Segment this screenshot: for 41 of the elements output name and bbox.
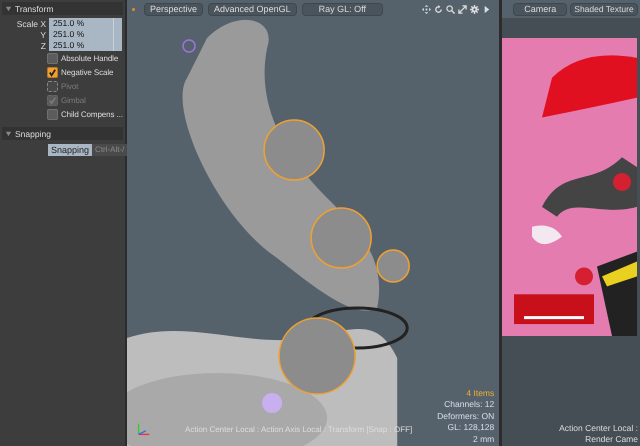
maximize-icon[interactable] bbox=[458, 4, 468, 14]
checkbox-label: Pivot bbox=[61, 82, 78, 90]
checkbox[interactable] bbox=[47, 66, 58, 78]
checkbox-label: Gimbal bbox=[61, 96, 86, 104]
field-label: Y bbox=[39, 30, 47, 40]
scale-field[interactable]: 251.0 % bbox=[49, 40, 105, 51]
scale-field[interactable]: 251.0 % bbox=[49, 29, 105, 40]
viewport-button[interactable]: Advanced OpenGL bbox=[208, 2, 297, 16]
collapse-icon[interactable] bbox=[5, 130, 12, 137]
search-icon[interactable] bbox=[446, 4, 456, 14]
status-line: Action Center Local : bbox=[559, 423, 638, 434]
scale-field[interactable]: 251.0 % bbox=[49, 18, 105, 29]
section-header[interactable]: Transform bbox=[2, 2, 123, 15]
field-label: Z bbox=[40, 40, 47, 50]
viewport-button[interactable]: Shaded Texture bbox=[570, 2, 638, 16]
viewport-info: Channels: 12 bbox=[444, 399, 494, 410]
rotate-icon[interactable] bbox=[434, 4, 444, 14]
viewport-info: Deformers: ON bbox=[437, 410, 494, 422]
section-header[interactable]: Snapping bbox=[2, 127, 123, 140]
status-line: Render Came bbox=[585, 434, 638, 445]
section-title: Snapping bbox=[15, 128, 51, 138]
field-label: Scale X bbox=[16, 18, 47, 28]
checkbox-label: Child Compens ... bbox=[61, 110, 123, 118]
viewport-button[interactable]: Perspective bbox=[144, 2, 204, 16]
viewport-info: 4 Items bbox=[466, 388, 494, 399]
viewport-button[interactable]: Camera bbox=[513, 2, 568, 16]
arrow-right-icon[interactable] bbox=[482, 4, 492, 14]
move-icon[interactable] bbox=[422, 4, 432, 14]
viewport-info: 2 mm bbox=[473, 434, 494, 445]
checkbox-label: Negative Scale bbox=[61, 68, 114, 76]
shortcut-label: Ctrl-Alt-/ bbox=[92, 144, 128, 156]
section-title: Transform bbox=[15, 4, 54, 14]
checkbox[interactable] bbox=[47, 108, 58, 120]
viewport-button[interactable]: Ray GL: Off bbox=[302, 2, 383, 16]
status-dot-icon bbox=[132, 8, 135, 10]
collapse-icon[interactable] bbox=[5, 5, 12, 12]
snapping-button[interactable]: Snapping bbox=[48, 144, 92, 156]
checkbox-label: Absolute Handle bbox=[61, 54, 118, 62]
viewport-info: GL: 128,128 bbox=[447, 422, 494, 434]
settings-icon[interactable] bbox=[470, 4, 480, 14]
checkbox[interactable] bbox=[47, 52, 58, 64]
